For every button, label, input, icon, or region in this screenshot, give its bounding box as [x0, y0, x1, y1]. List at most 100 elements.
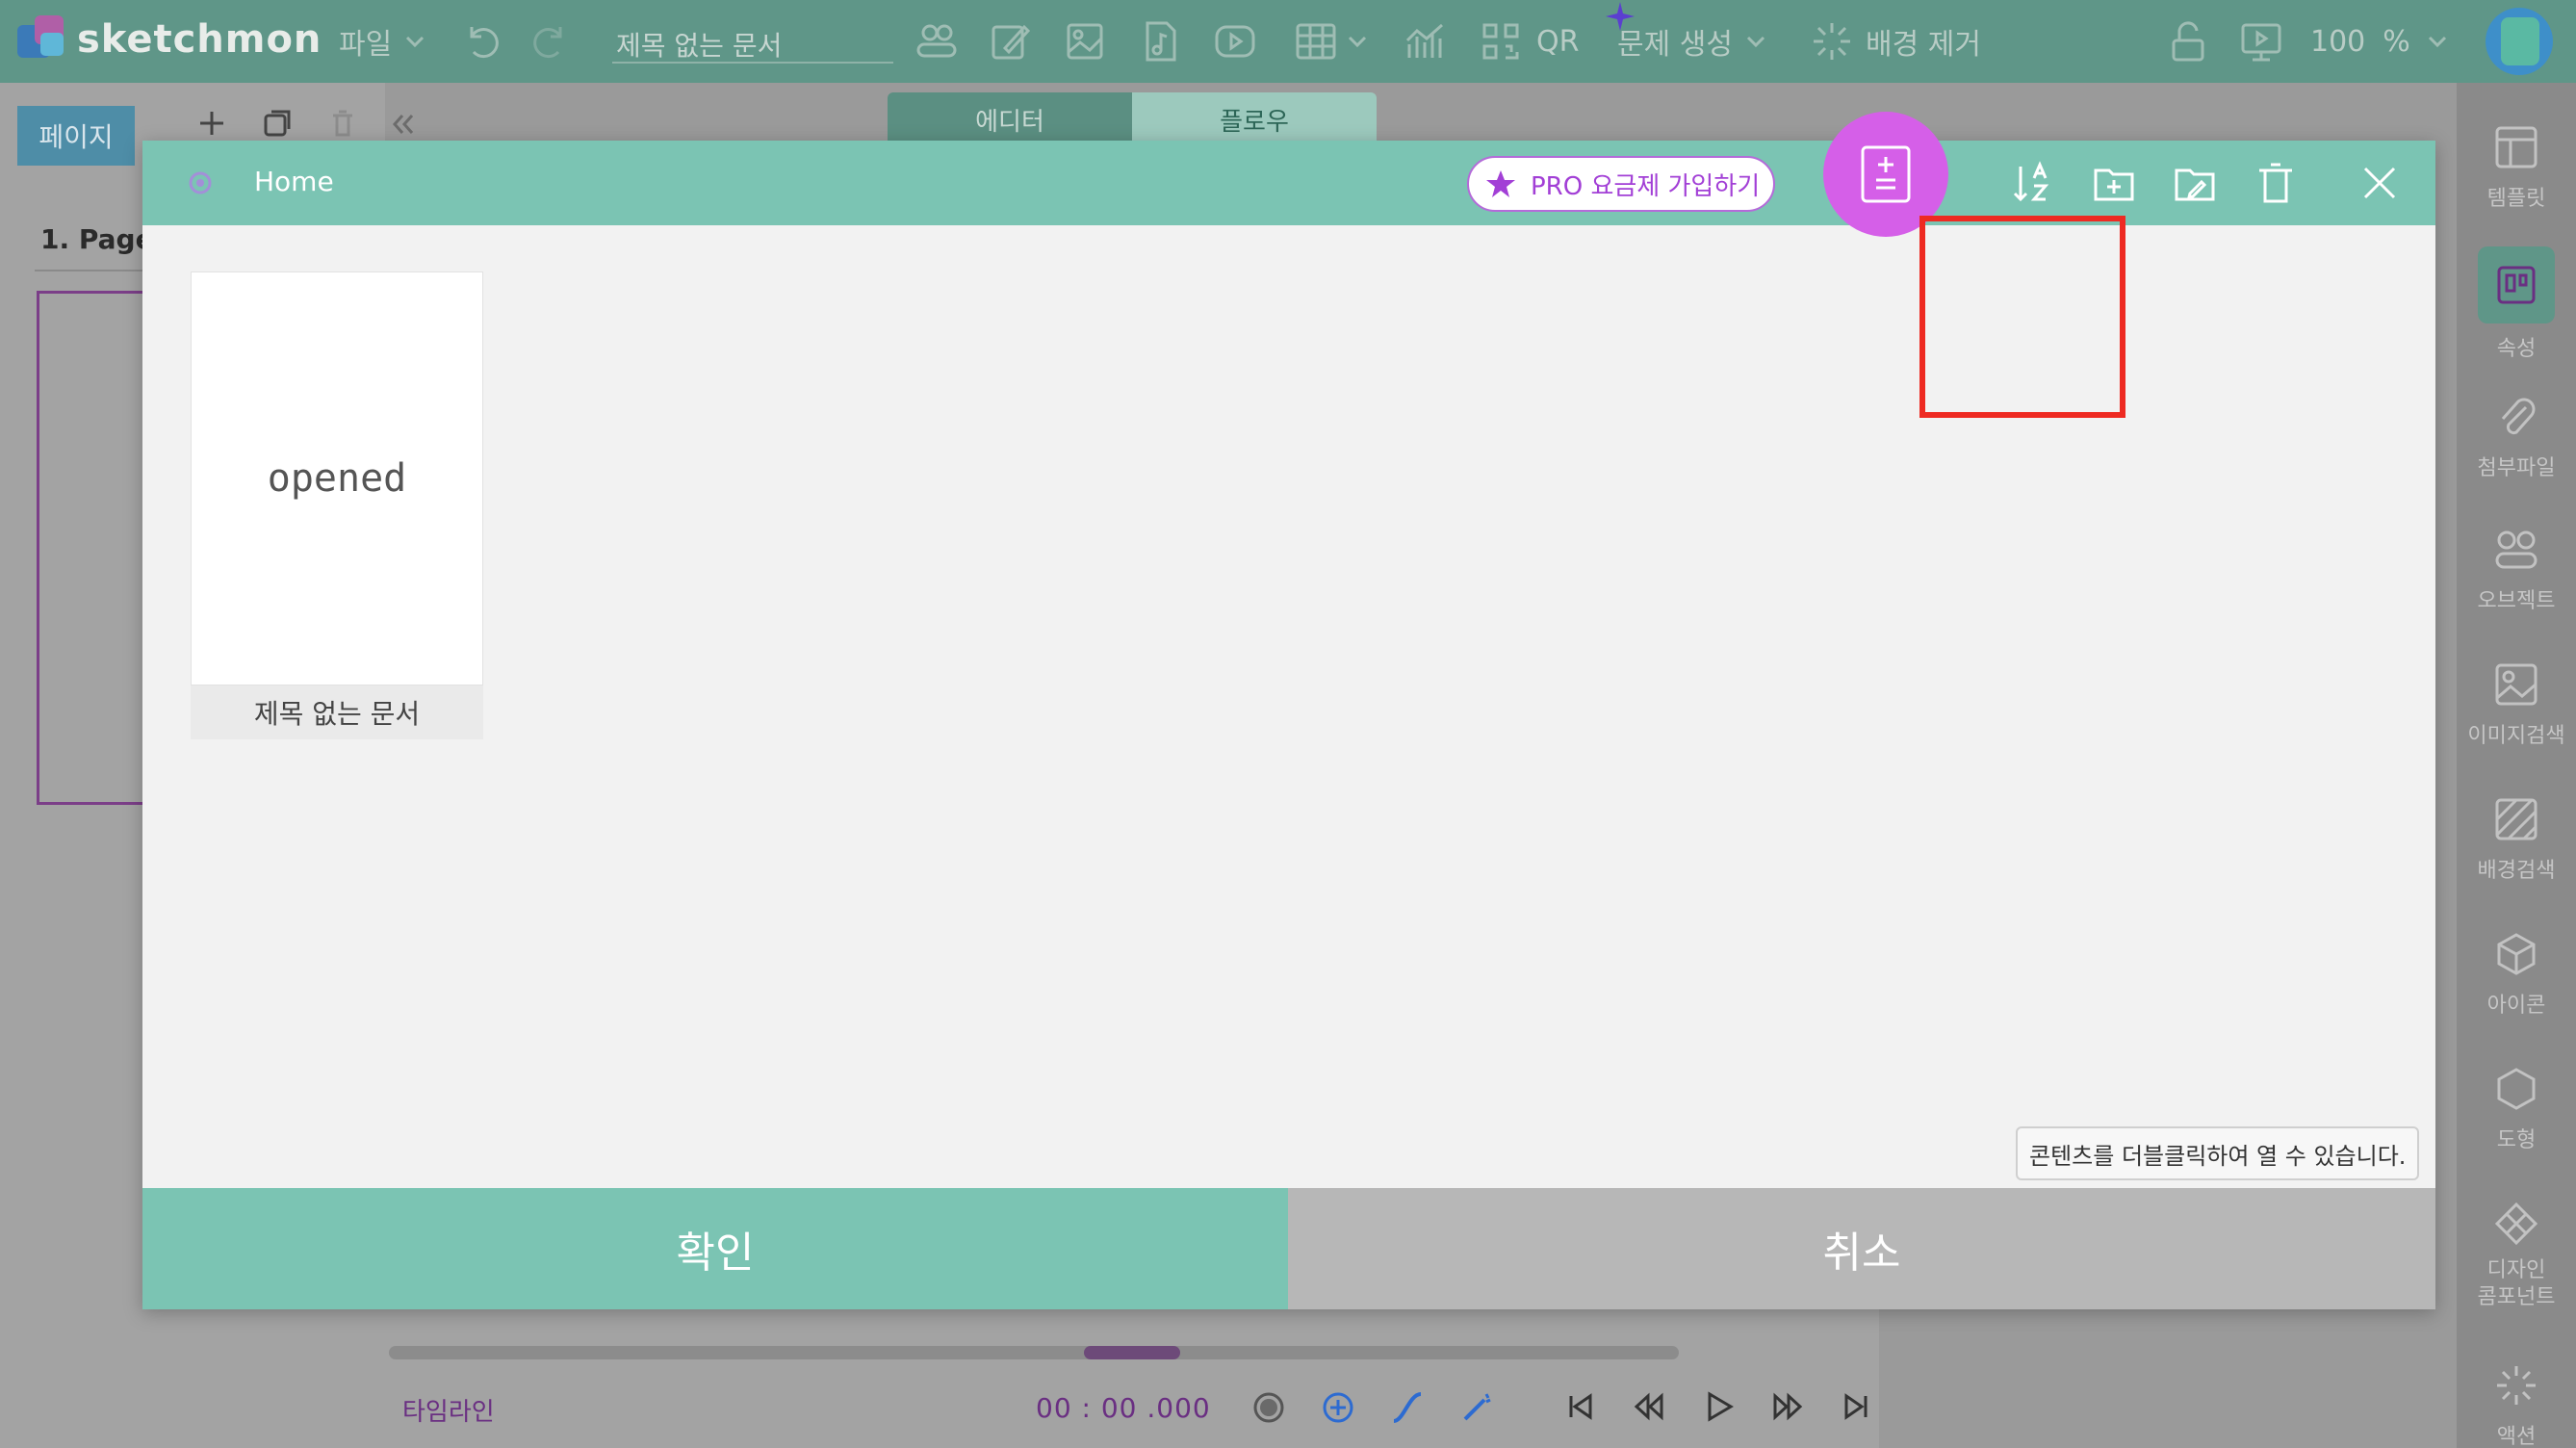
- pro-subscribe-label: PRO 요금제 가입하기: [1531, 171, 1761, 201]
- delete-button[interactable]: [2253, 160, 2299, 206]
- qr-label: QR: [1536, 24, 1580, 59]
- quiz-generate-button[interactable]: 문제 생성: [1606, 0, 1769, 83]
- sidebar-item-object[interactable]: 오브젝트: [2457, 524, 2576, 614]
- breadcrumb-home[interactable]: Home: [254, 166, 334, 197]
- record-icon[interactable]: [1251, 1390, 1286, 1425]
- chart-button[interactable]: [1404, 0, 1448, 83]
- document-title-input[interactable]: 제목 없는 문서: [612, 17, 893, 64]
- close-modal-button[interactable]: [2357, 160, 2403, 206]
- rewind-icon[interactable]: [1633, 1390, 1665, 1423]
- sidebar-item-shape[interactable]: 도형: [2457, 1063, 2576, 1153]
- add-keyframe-icon[interactable]: [1321, 1390, 1355, 1425]
- skip-start-icon[interactable]: [1563, 1390, 1596, 1423]
- sidebar-item-label: 첨부파일: [2477, 456, 2556, 480]
- image-button[interactable]: [1063, 0, 1107, 83]
- video-button[interactable]: [1213, 0, 1257, 83]
- timeline-panel: 타임라인 00 : 00 .000: [385, 1309, 1879, 1448]
- tab-flow[interactable]: 플로우: [1132, 92, 1377, 146]
- magic-wand-icon[interactable]: [1459, 1390, 1494, 1425]
- hint-tooltip: 콘텐츠를 더블클릭하여 열 수 있습니다.: [2016, 1126, 2420, 1180]
- app-name: sketchmon: [77, 17, 322, 62]
- presentation-icon: [2241, 23, 2281, 62]
- sidebar-item-label: 아이콘: [2486, 994, 2546, 1018]
- chevron-down-icon: [1746, 36, 1765, 48]
- qr-button[interactable]: QR: [1479, 0, 1579, 83]
- undo-icon: [470, 27, 499, 59]
- sidebar-item-label: 액션: [2496, 1425, 2537, 1448]
- zoom-unit: %: [2383, 24, 2410, 59]
- sidebar-item-properties[interactable]: 속성: [2457, 246, 2576, 362]
- add-page-icon[interactable]: [194, 106, 229, 141]
- sidebar-item-attachment[interactable]: 첨부파일: [2457, 391, 2576, 481]
- document-title: 제목 없는 문서: [191, 685, 483, 739]
- image-icon: [1067, 23, 1103, 60]
- sidebar-item-background-search[interactable]: 배경검색: [2457, 793, 2576, 884]
- image-search-icon: [2490, 659, 2542, 711]
- audio-button[interactable]: [1138, 0, 1182, 83]
- document-thumbnail[interactable]: opened: [191, 272, 483, 685]
- undo-button[interactable]: [460, 0, 504, 83]
- star-icon: [1486, 170, 1515, 197]
- document-card[interactable]: opened 제목 없는 문서: [191, 272, 483, 739]
- background-remove-button[interactable]: 배경 제거: [1810, 0, 1981, 83]
- user-avatar[interactable]: [2486, 8, 2553, 75]
- confirm-button[interactable]: 확인: [142, 1188, 1288, 1309]
- sidebar-item-label: 템플릿: [2486, 187, 2546, 211]
- people-button[interactable]: [914, 0, 959, 83]
- template-icon: [2490, 121, 2542, 173]
- music-file-icon: [1146, 21, 1176, 62]
- sidebar-item-label: 이미지검색: [2467, 724, 2565, 748]
- tab-pages[interactable]: 페이지: [17, 106, 135, 166]
- object-icon: [2490, 524, 2542, 576]
- annotation-highlight-box: [1919, 216, 2125, 418]
- rename-folder-button[interactable]: [2172, 160, 2218, 206]
- sidebar-item-template[interactable]: 템플릿: [2457, 121, 2576, 212]
- close-icon: [2363, 167, 2396, 199]
- sidebar-item-icon[interactable]: 아이콘: [2457, 928, 2576, 1019]
- tab-editor[interactable]: 에디터: [888, 92, 1132, 146]
- cube-icon: [2490, 928, 2542, 980]
- collapse-panel-icon[interactable]: [389, 110, 418, 139]
- redo-button[interactable]: [528, 0, 572, 83]
- delete-page-icon[interactable]: [325, 106, 360, 141]
- home-location-icon[interactable]: [185, 168, 216, 198]
- chevron-down-icon: [1348, 36, 1367, 48]
- people-icon: [916, 24, 957, 58]
- design-component-icon: [2490, 1198, 2542, 1250]
- duplicate-page-icon[interactable]: [260, 106, 295, 141]
- video-icon: [1215, 25, 1255, 58]
- folder-plus-icon: [2094, 168, 2134, 201]
- skip-end-icon[interactable]: [1841, 1390, 1873, 1423]
- sparkle-icon: [1606, 2, 1635, 31]
- loading-spark-icon: [1814, 23, 1850, 60]
- file-menu-label: 파일: [339, 28, 393, 62]
- fast-forward-icon[interactable]: [1771, 1390, 1804, 1423]
- zoom-value: 100: [2310, 24, 2366, 59]
- lock-button[interactable]: [2166, 0, 2210, 83]
- pro-subscribe-button[interactable]: PRO 요금제 가입하기: [1467, 156, 1775, 212]
- app-logo[interactable]: sketchmon: [13, 12, 322, 67]
- curve-icon[interactable]: [1390, 1390, 1425, 1425]
- paperclip-icon: [2490, 391, 2542, 443]
- logo-mark-icon: [13, 12, 69, 67]
- present-button[interactable]: [2239, 0, 2283, 83]
- sort-az-icon: [2013, 161, 2049, 202]
- chart-icon: [1405, 23, 1443, 58]
- cancel-button[interactable]: 취소: [1288, 1188, 2435, 1309]
- zoom-select[interactable]: 100 %: [2310, 0, 2451, 83]
- sort-az-button[interactable]: [2010, 160, 2056, 206]
- sidebar-item-action[interactable]: 액션: [2457, 1359, 2576, 1448]
- timeline-scrollbar[interactable]: [389, 1346, 1679, 1359]
- editor-mode-tabs: 에디터 플로우: [888, 92, 1377, 146]
- draw-button[interactable]: [988, 0, 1032, 83]
- sidebar-item-image-search[interactable]: 이미지검색: [2457, 659, 2576, 749]
- action-icon: [2490, 1359, 2542, 1411]
- sidebar-item-design-component[interactable]: 디자인 콤포넌트: [2457, 1198, 2576, 1311]
- file-menu[interactable]: 파일: [339, 0, 428, 83]
- timeline-scroll-thumb[interactable]: [1084, 1346, 1180, 1359]
- trash-icon: [2259, 163, 2292, 203]
- play-icon[interactable]: [1702, 1390, 1735, 1423]
- right-sidebar: 템플릿 속성 첨부파일 오브젝트 이미지검색 배경검색 아이콘 도형 디자인 콤…: [2457, 83, 2576, 1448]
- new-folder-button[interactable]: [2091, 160, 2137, 206]
- table-button[interactable]: [1294, 0, 1371, 83]
